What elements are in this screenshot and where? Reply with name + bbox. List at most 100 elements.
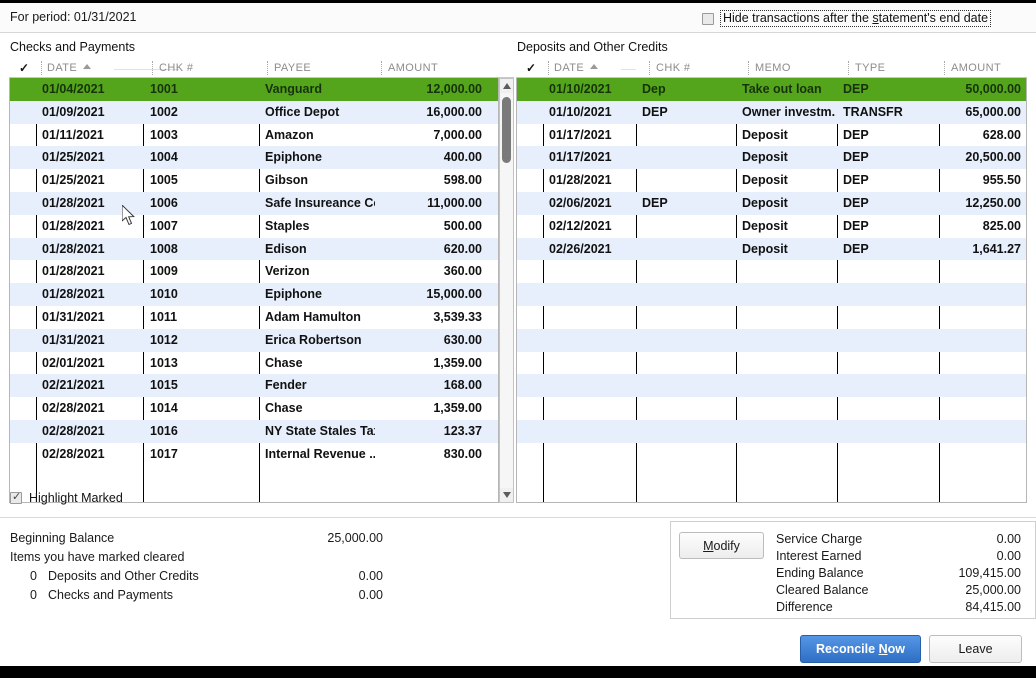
header-separator[interactable] xyxy=(381,61,382,75)
window-bottom-edge xyxy=(0,666,1036,678)
checks-table-scrollbar[interactable] xyxy=(499,78,514,503)
cell-date: 01/10/2021 xyxy=(549,104,612,119)
table-row[interactable] xyxy=(517,352,1026,375)
grid-action-row: Highlight Marked Mark All Unmark All Go … xyxy=(0,480,1036,518)
table-row[interactable]: 02/28/2021 1017 Internal Revenue ... 830.00 xyxy=(10,443,498,466)
table-row[interactable] xyxy=(517,419,1026,443)
cell-chk: 1002 xyxy=(150,104,178,119)
table-row[interactable] xyxy=(517,283,1026,306)
cell-chk: 1011 xyxy=(150,309,178,324)
table-row[interactable]: 01/25/2021 1004 Epiphone 400.00 xyxy=(10,146,498,170)
table-row[interactable] xyxy=(517,397,1026,420)
cell-date: 02/28/2021 xyxy=(42,401,105,416)
cell-date: 01/11/2021 xyxy=(42,127,104,142)
cell-amount: 628.00 xyxy=(982,127,1021,142)
table-row[interactable]: 02/26/2021 Deposit DEP 1,641.27 xyxy=(517,237,1026,261)
header-separator[interactable] xyxy=(41,61,42,75)
table-row[interactable]: 01/28/2021 1009 Verizon 360.00 xyxy=(10,260,498,283)
header-separator[interactable] xyxy=(848,61,849,75)
transactions-panel: Checks and Payments ✓ DATE CHK # PAYEE A… xyxy=(0,33,1036,518)
deposits-cleared-label: Deposits and Other Credits xyxy=(48,569,199,583)
balance-label: Difference xyxy=(776,600,833,614)
table-row[interactable]: 01/09/2021 1002 Office Depot 16,000.00 xyxy=(10,100,498,124)
header-separator[interactable] xyxy=(748,61,749,75)
modify-button[interactable]: Modify xyxy=(679,532,764,559)
cell-date: 01/28/2021 xyxy=(549,173,612,188)
table-row[interactable]: 02/06/2021 DEP Deposit DEP 12,250.00 xyxy=(517,191,1026,215)
header-deposits-date[interactable]: DATE xyxy=(554,62,599,74)
header-checks-payee[interactable]: PAYEE xyxy=(274,62,311,74)
cell-chk: 1013 xyxy=(150,355,178,370)
checks-and-payments-table[interactable]: 01/04/2021 1001 Vanguard 12,000.00 01/09/202… xyxy=(9,78,499,503)
reconcile-now-button[interactable]: Reconcile Now xyxy=(800,635,921,663)
table-row[interactable] xyxy=(517,306,1026,329)
table-row[interactable]: 01/17/2021 Deposit DEP 20,500.00 xyxy=(517,146,1026,170)
scroll-up-button[interactable] xyxy=(500,79,513,93)
cell-memo: Deposit xyxy=(742,241,788,256)
table-row[interactable]: 01/11/2021 1003 Amazon 7,000.00 xyxy=(10,124,498,147)
table-row[interactable]: 01/25/2021 1005 Gibson 598.00 xyxy=(10,169,498,192)
checks-column-header-row: ✓ DATE CHK # PAYEE AMOUNT xyxy=(9,59,514,78)
balance-value: 84,415.00 xyxy=(965,600,1021,614)
header-deposits-chk[interactable]: CHK # xyxy=(656,62,690,74)
table-row[interactable]: 02/12/2021 Deposit DEP 825.00 xyxy=(517,215,1026,238)
cell-date: 01/28/2021 xyxy=(42,241,105,256)
cell-amount: 630.00 xyxy=(443,332,482,347)
table-row[interactable]: 01/10/2021 Dep Take out loan DEP 50,000.00 xyxy=(517,78,1026,101)
deposits-and-credits-title: Deposits and Other Credits xyxy=(517,40,668,54)
header-checks-date[interactable]: DATE xyxy=(47,62,92,74)
cleared-check-icon[interactable]: ✓ xyxy=(526,61,536,75)
table-row[interactable]: 02/28/2021 1016 NY State Stales Tax 123.37 xyxy=(10,419,498,443)
table-row[interactable]: 01/28/2021 1010 Epiphone 15,000.00 xyxy=(10,283,498,306)
table-row[interactable] xyxy=(517,328,1026,352)
table-row[interactable]: 01/10/2021 DEP Owner investm... TRANSFR 65,0… xyxy=(517,100,1026,124)
hide-transactions-checkbox[interactable] xyxy=(702,12,714,25)
cell-date: 01/28/2021 xyxy=(42,264,105,279)
header-checks-chk[interactable]: CHK # xyxy=(159,62,193,74)
header-separator[interactable] xyxy=(548,61,549,75)
table-row[interactable]: 01/31/2021 1012 Erica Robertson 630.00 xyxy=(10,328,498,352)
balance-label: Ending Balance xyxy=(776,566,864,580)
highlight-marked-option[interactable]: Highlight Marked xyxy=(10,491,123,505)
table-row[interactable]: 01/28/2021 Deposit DEP 955.50 xyxy=(517,169,1026,192)
triangle-up-icon xyxy=(503,83,511,89)
table-row[interactable]: 01/04/2021 1001 Vanguard 12,000.00 xyxy=(10,78,498,101)
header-separator[interactable] xyxy=(267,61,268,75)
cell-memo: Take out loan xyxy=(742,82,822,96)
cell-chk: 1004 xyxy=(150,150,178,165)
table-row[interactable]: 01/28/2021 1008 Edison 620.00 xyxy=(10,237,498,261)
deposits-cleared-value: 0.00 xyxy=(358,569,383,583)
table-row[interactable] xyxy=(517,443,1026,466)
table-row[interactable] xyxy=(517,374,1026,398)
table-row[interactable]: 01/17/2021 Deposit DEP 628.00 xyxy=(517,124,1026,147)
cell-amount: 830.00 xyxy=(443,446,482,461)
cell-amount: 1,641.27 xyxy=(972,241,1021,256)
header-deposits-type[interactable]: TYPE xyxy=(855,62,885,74)
balance-label: Service Charge xyxy=(776,532,863,546)
cell-amount: 7,000.00 xyxy=(433,127,482,142)
table-row[interactable]: 01/28/2021 1007 Staples 500.00 xyxy=(10,215,498,238)
table-row[interactable] xyxy=(517,260,1026,283)
header-checks-amount[interactable]: AMOUNT xyxy=(388,62,438,74)
header-deposits-amount[interactable]: AMOUNT xyxy=(951,62,1001,74)
leave-button[interactable]: Leave xyxy=(929,635,1022,663)
highlight-marked-checkbox[interactable] xyxy=(10,491,22,504)
cell-date: 02/06/2021 xyxy=(549,195,612,210)
hide-transactions-text-post: tatement's end date xyxy=(878,11,989,25)
table-row[interactable]: 02/01/2021 1013 Chase 1,359.00 xyxy=(10,352,498,375)
table-row[interactable]: 01/28/2021 1006 Safe Insureance Co 11,000.0… xyxy=(10,191,498,215)
scrollbar-thumb[interactable] xyxy=(502,97,511,163)
header-separator[interactable] xyxy=(944,61,945,75)
table-row[interactable]: 01/31/2021 1011 Adam Hamulton 3,539.33 xyxy=(10,306,498,329)
header-deposits-memo[interactable]: MEMO xyxy=(755,62,791,74)
table-row[interactable]: 02/21/2021 1015 Fender 168.00 xyxy=(10,374,498,398)
header-separator[interactable] xyxy=(152,61,153,75)
deposits-and-credits-table[interactable]: 01/10/2021 Dep Take out loan DEP 50,000.00 01… xyxy=(516,78,1027,503)
hide-transactions-option[interactable]: Hide transactions after the statement's … xyxy=(702,10,992,27)
cell-date: 01/09/2021 xyxy=(42,104,105,119)
table-row[interactable]: 02/28/2021 1014 Chase 1,359.00 xyxy=(10,397,498,420)
cleared-check-icon[interactable]: ✓ xyxy=(19,61,29,75)
checks-cleared-count: 0 xyxy=(30,588,37,602)
header-separator[interactable] xyxy=(649,61,650,75)
checks-and-payments-title: Checks and Payments xyxy=(10,40,136,54)
